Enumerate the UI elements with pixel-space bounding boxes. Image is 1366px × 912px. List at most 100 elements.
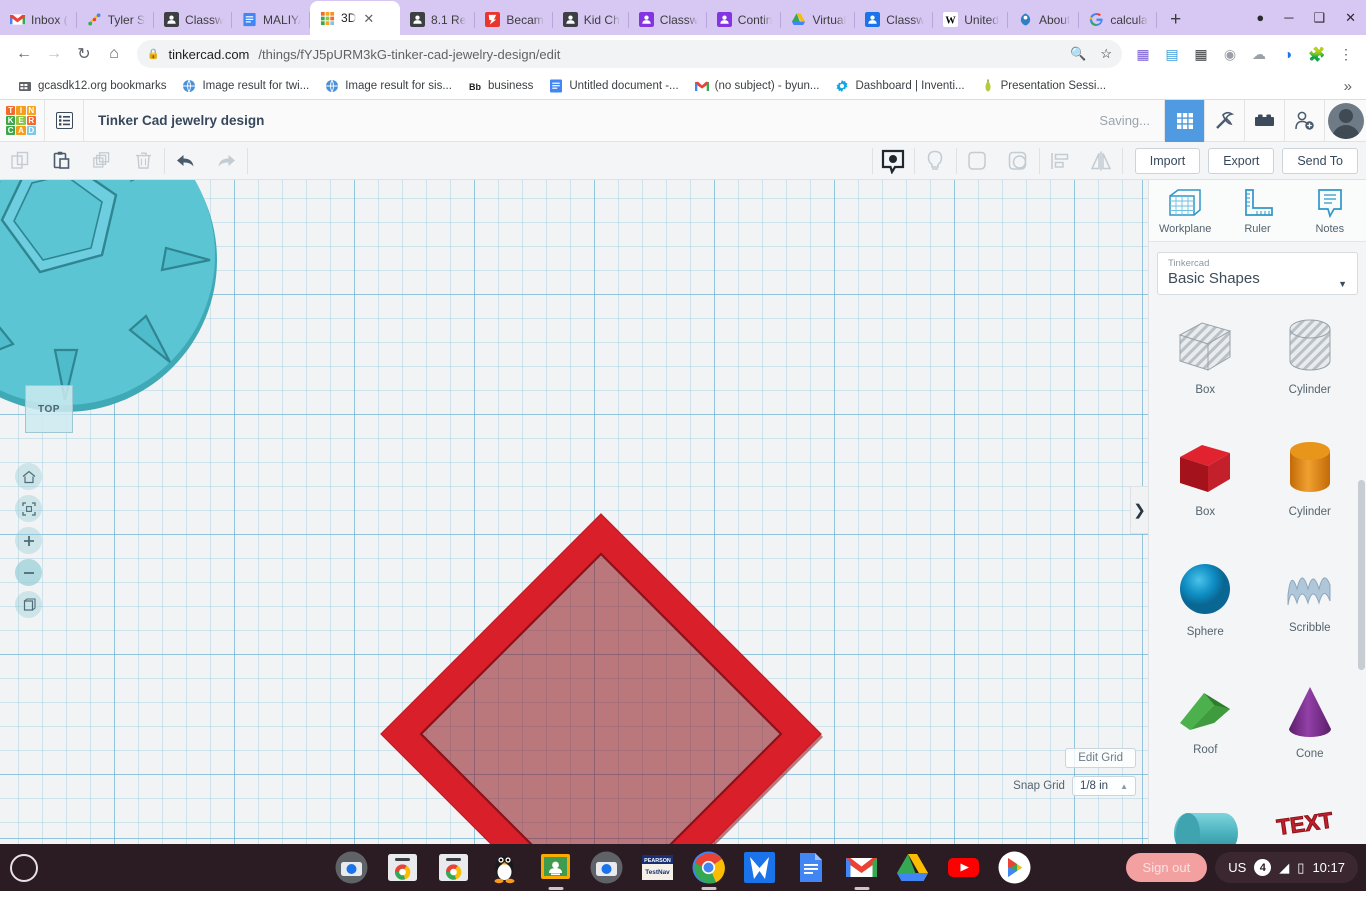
browser-tab-7[interactable]: Kid Ch (553, 4, 629, 35)
theme-icon[interactable]: ◑ (1278, 44, 1298, 64)
back-button[interactable]: ← (10, 40, 38, 68)
forward-button[interactable]: → (40, 40, 68, 68)
project-menu-button[interactable] (45, 100, 83, 142)
paste-button[interactable] (41, 142, 82, 180)
ungroup-button[interactable] (998, 142, 1039, 180)
browser-tab-3[interactable]: MALIYA (232, 4, 311, 35)
home-button[interactable]: ⌂ (100, 40, 128, 68)
solid-hole-button[interactable] (873, 142, 914, 180)
linux-terminal-app[interactable] (488, 851, 521, 884)
view-cube[interactable]: TOP (25, 385, 73, 433)
reload-button[interactable]: ↻ (70, 40, 98, 68)
launcher-button[interactable] (10, 853, 38, 882)
browser-tab-0[interactable]: Inbox ( (0, 4, 77, 35)
browser-tab-5[interactable]: 8.1 Re (400, 4, 476, 35)
play-store-app[interactable] (998, 851, 1031, 884)
send-to-button[interactable]: Send To (1282, 147, 1358, 174)
avatar[interactable] (1324, 99, 1366, 142)
snap-grid-select[interactable]: 1/8 in ▲ (1071, 776, 1136, 796)
shape-item-7[interactable]: Cone (1258, 675, 1363, 797)
shape-item-3[interactable]: Cylinder (1258, 431, 1363, 553)
browser-tab-6[interactable]: Becam (475, 4, 554, 35)
browser-tab-11[interactable]: Classw (855, 4, 934, 35)
shape-item-5[interactable]: Scribble (1258, 553, 1363, 675)
minimize-button[interactable]: ─ (1284, 11, 1293, 24)
duplicate-button[interactable] (82, 142, 123, 180)
delete-button[interactable] (123, 142, 164, 180)
qr-code-icon[interactable]: ▦ (1191, 44, 1211, 64)
chrome-store-app[interactable] (386, 851, 419, 884)
share-icon[interactable]: ☁ (1249, 44, 1269, 64)
chrome-app[interactable] (692, 851, 725, 884)
shape-item-0[interactable]: Box (1153, 309, 1258, 431)
browser-tab-4[interactable]: 3D ✕ (310, 1, 401, 35)
zoom-out-button[interactable] (15, 559, 42, 586)
browser-tab-9[interactable]: Contin (707, 4, 782, 35)
drive-app[interactable] (896, 851, 929, 884)
fit-view-button[interactable] (15, 495, 42, 522)
shape-item-8[interactable] (1153, 797, 1258, 844)
bookmark-item-0[interactable]: gcasdk12.org bookmarks (10, 75, 174, 97)
bookmark-item-7[interactable]: Presentation Sessi... (973, 75, 1114, 97)
browser-tab-2[interactable]: Classw (154, 4, 233, 35)
browser-tab-14[interactable]: calcula (1079, 4, 1158, 35)
extensions-puzzle-icon[interactable]: 🧩 (1307, 44, 1327, 64)
youtube-app[interactable] (947, 851, 980, 884)
red-square-frame-object[interactable] (371, 506, 826, 844)
ruler-tool[interactable]: Ruler (1221, 188, 1293, 235)
gmail-app[interactable] (845, 851, 878, 884)
chrome-store-app-2[interactable] (437, 851, 470, 884)
home-view-button[interactable] (15, 463, 42, 490)
invite-button[interactable] (1284, 99, 1324, 142)
panel-scrollbar[interactable] (1358, 480, 1365, 670)
zoom-in-button[interactable] (15, 527, 42, 554)
export-button[interactable]: Export (1208, 147, 1275, 174)
pearson-testnav-app[interactable]: PEARSON TestNav (641, 851, 674, 884)
edit-grid-button[interactable]: Edit Grid (1065, 748, 1136, 768)
panel-collapse-handle[interactable]: ❯ (1130, 486, 1148, 534)
ortho-perspective-button[interactable] (15, 591, 42, 618)
browser-tab-1[interactable]: Tyler S (77, 4, 155, 35)
search-icon[interactable]: 🔍 (1070, 46, 1086, 62)
undo-button[interactable] (165, 142, 206, 180)
bookmark-item-4[interactable]: Untitled document -... (541, 75, 686, 97)
close-window-button[interactable]: ✕ (1345, 11, 1356, 24)
extension-icon-1[interactable]: ▦ (1133, 44, 1153, 64)
redo-button[interactable] (206, 142, 247, 180)
chrome-menu-icon[interactable]: ⋮ (1336, 44, 1356, 64)
new-tab-button[interactable]: + (1161, 5, 1191, 35)
shape-item-2[interactable]: Box (1153, 431, 1258, 553)
camera-app[interactable] (335, 851, 368, 884)
shape-item-4[interactable]: Sphere (1153, 553, 1258, 675)
profile-chip-icon[interactable]: ● (1256, 11, 1264, 24)
bookmark-item-3[interactable]: Bb business (460, 75, 541, 97)
bookmark-item-6[interactable]: Dashboard | Inventi... (827, 75, 972, 97)
restore-button[interactable]: ❑ (1313, 11, 1325, 24)
bookmark-item-5[interactable]: (no subject) - byun... (687, 75, 828, 97)
browser-tab-13[interactable]: About (1008, 4, 1080, 35)
tab-close-icon[interactable]: ✕ (363, 12, 374, 25)
shape-item-6[interactable]: Roof (1153, 675, 1258, 797)
tinkercad-logo[interactable]: TINKERCAD (4, 104, 38, 138)
browser-tab-10[interactable]: Virtual (781, 4, 856, 35)
system-tray[interactable]: US 4 ◢ ▯ 10:17 (1215, 852, 1358, 883)
mirror-button[interactable] (1081, 142, 1122, 180)
browser-tab-8[interactable]: Classw (629, 4, 707, 35)
xtramath-app[interactable] (743, 851, 776, 884)
camera-app-2[interactable] (590, 851, 623, 884)
shape-item-9[interactable]: TEXT (1258, 797, 1363, 844)
copy-button[interactable] (0, 142, 41, 180)
shape-item-1[interactable]: Cylinder (1258, 309, 1363, 431)
sign-out-button[interactable]: Sign out (1125, 853, 1208, 882)
address-bar[interactable]: 🔒 tinkercad.com/things/fYJ5pURM3kG-tinke… (137, 40, 1122, 68)
browser-tab-12[interactable]: W United (933, 4, 1008, 35)
bookmark-item-2[interactable]: Image result for sis... (317, 75, 460, 97)
star-icon[interactable]: ☆ (1100, 46, 1112, 62)
bookmarks-overflow-button[interactable]: » (1344, 78, 1356, 95)
import-button[interactable]: Import (1134, 147, 1201, 174)
gallery-grid-button[interactable] (1164, 99, 1204, 142)
workplane-canvas[interactable]: TOP Edit Grid Snap Grid 1/8 in ▲ ❯ (0, 180, 1148, 844)
docs-app[interactable] (794, 851, 827, 884)
cast-icon[interactable]: ◉ (1220, 44, 1240, 64)
align-button[interactable] (1040, 142, 1081, 180)
